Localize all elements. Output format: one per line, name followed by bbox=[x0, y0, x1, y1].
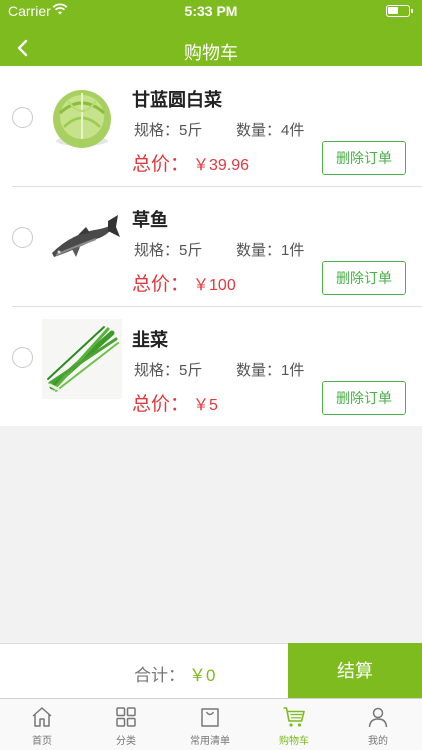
total-price: 总价： ￥100 bbox=[132, 269, 236, 296]
product-spec: 规格：5斤 bbox=[134, 122, 203, 139]
header: Carrier 5:33 PM 购物车 bbox=[0, 0, 422, 66]
cart-icon bbox=[283, 707, 305, 727]
delete-order-button[interactable]: 删除订单 bbox=[322, 261, 406, 295]
tab-label: 分类 bbox=[116, 736, 136, 747]
tab-label: 常用清单 bbox=[190, 736, 230, 747]
product-name: 草鱼 bbox=[132, 210, 168, 230]
total-label: 总价： bbox=[132, 274, 190, 295]
price-value: ￥39.96 bbox=[193, 157, 250, 174]
total-label: 总价： bbox=[132, 154, 190, 175]
navbar: 购物车 bbox=[0, 30, 422, 66]
checkout-bar: 合计： ￥0 结算 bbox=[0, 643, 422, 699]
sum-value: ￥0 bbox=[189, 666, 216, 685]
product-quantity: 数量：1件 bbox=[236, 242, 305, 259]
battery-icon bbox=[386, 5, 413, 17]
sum-total: 合计： ￥0 bbox=[134, 661, 215, 686]
cart-list: 甘蓝圆白菜 规格：5斤 数量：4件 总价： ￥39.96 删除订单 草鱼 规格：5… bbox=[0, 66, 422, 426]
page-title: 购物车 bbox=[184, 43, 238, 63]
product-name: 甘蓝圆白菜 bbox=[132, 90, 222, 110]
grid-icon bbox=[116, 707, 136, 727]
cart-item: 草鱼 规格：5斤 数量：1件 总价： ￥100 删除订单 bbox=[0, 186, 422, 306]
tab-label: 首页 bbox=[32, 736, 52, 747]
product-spec: 规格：5斤 bbox=[134, 362, 203, 379]
product-spec: 规格：5斤 bbox=[134, 242, 203, 259]
cart-item: 甘蓝圆白菜 规格：5斤 数量：4件 总价： ￥39.96 删除订单 bbox=[0, 66, 422, 186]
checkout-button[interactable]: 结算 bbox=[288, 643, 422, 699]
fish-image bbox=[42, 199, 122, 279]
sum-label: 合计： bbox=[134, 666, 185, 685]
delete-order-button[interactable]: 删除订单 bbox=[322, 141, 406, 175]
status-bar: Carrier 5:33 PM bbox=[0, 0, 422, 22]
price-value: ￥5 bbox=[193, 397, 218, 414]
select-radio[interactable] bbox=[12, 227, 33, 248]
cart-item: 韭菜 规格：5斤 数量：1件 总价： ￥5 删除订单 bbox=[0, 306, 422, 426]
tab-profile[interactable]: 我的 bbox=[336, 699, 420, 750]
product-quantity: 数量：4件 bbox=[236, 122, 305, 139]
select-radio[interactable] bbox=[12, 107, 33, 128]
bag-icon bbox=[201, 708, 219, 727]
tab-category[interactable]: 分类 bbox=[84, 699, 168, 750]
tab-home[interactable]: 首页 bbox=[0, 699, 84, 750]
delete-order-button[interactable]: 删除订单 bbox=[322, 381, 406, 415]
tab-shopping-list[interactable]: 常用清单 bbox=[168, 699, 252, 750]
chives-image bbox=[42, 319, 122, 399]
total-price: 总价： ￥39.96 bbox=[132, 149, 249, 176]
product-name: 韭菜 bbox=[132, 330, 168, 350]
tab-label: 购物车 bbox=[279, 736, 309, 747]
home-icon bbox=[32, 707, 52, 727]
tab-bar: 首页 分类 常用清单 购物车 我的 bbox=[0, 698, 422, 750]
tab-cart[interactable]: 购物车 bbox=[252, 699, 336, 750]
select-radio[interactable] bbox=[12, 347, 33, 368]
user-icon bbox=[368, 707, 388, 728]
price-value: ￥100 bbox=[193, 277, 236, 294]
tab-label: 我的 bbox=[368, 736, 388, 747]
total-label: 总价： bbox=[132, 394, 190, 415]
clock: 5:33 PM bbox=[184, 3, 238, 19]
total-price: 总价： ￥5 bbox=[132, 389, 218, 416]
product-quantity: 数量：1件 bbox=[236, 362, 305, 379]
cabbage-image bbox=[42, 79, 122, 159]
